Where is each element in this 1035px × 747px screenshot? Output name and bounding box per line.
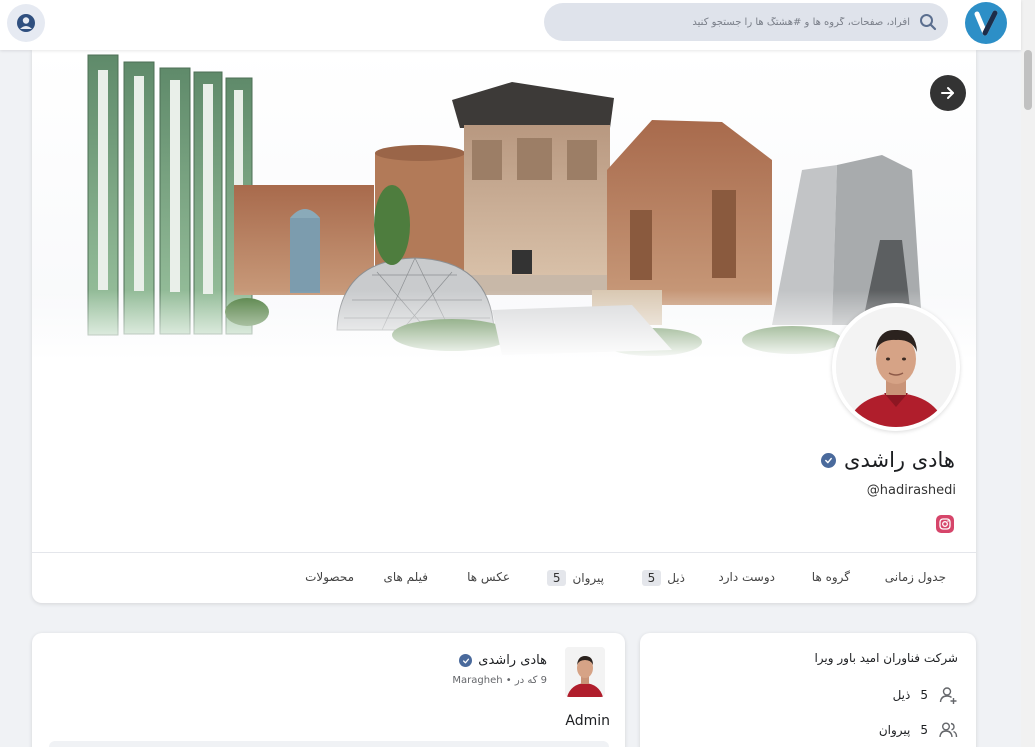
profile-name-row: هادی راشدی [821,448,955,472]
post-location: Maragheh [452,675,503,686]
post-avatar[interactable] [565,647,605,697]
tab-label: دوست دارد [718,570,775,584]
tab-following[interactable]: ذیل 5 [641,570,685,586]
tab-label: فیلم های [383,570,428,584]
company-name: شرکت فناوران امید باور ویرا [814,651,958,665]
verified-icon [821,452,837,468]
instagram-link[interactable] [936,515,954,533]
user-menu-button[interactable] [7,4,45,42]
user-plus-icon [939,687,957,704]
followers-stat[interactable]: 5 پیروان [879,720,958,740]
top-bar [0,0,1021,50]
followers-count: 5 [920,723,928,737]
info-card: شرکت فناوران امید باور ویرا 5 ذیل 5 پیرو… [640,633,976,747]
tab-products[interactable]: محصولات [305,570,354,584]
logo[interactable] [965,2,1007,44]
tab-timeline[interactable]: جدول زمانی [885,570,946,584]
search-icon[interactable] [918,12,938,32]
tab-count: 5 [546,570,567,586]
profile-avatar[interactable] [832,303,960,431]
user-circle-icon [17,14,35,32]
tab-groups[interactable]: گروه ها [812,570,850,584]
post-author[interactable]: هادی راشدی [459,653,547,668]
tab-label: ذیل [667,571,685,585]
tab-count: 5 [641,570,662,586]
next-cover-button[interactable] [930,75,966,111]
search-input[interactable] [558,3,910,41]
tab-likes[interactable]: دوست دارد [718,570,775,584]
profile-username: @hadirashedi [866,483,956,498]
tab-label: جدول زمانی [884,570,946,584]
tab-videos[interactable]: فیلم های [383,570,428,584]
post-meta: 9 که در • Maragheh [452,675,547,686]
cover-image [32,54,976,360]
scrollbar[interactable] [1021,0,1035,747]
instagram-icon [939,518,951,530]
users-icon [939,722,958,738]
tab-label: پیروان [572,571,604,585]
profile-card: هادی راشدی @hadirashedi جدول زمانی گروه … [32,50,976,603]
followers-label: پیروان [878,723,911,737]
profile-tabs: جدول زمانی گروه ها دوست دارد ذیل 5 پیروان… [32,553,976,603]
cover-photo [32,50,976,360]
post-author-name[interactable]: هادی راشدی [478,653,547,668]
meta-separator: • [505,675,512,686]
tab-label: گروه ها [811,570,850,584]
search-bar [544,3,948,41]
scrollbar-thumb[interactable] [1024,50,1032,110]
arrow-right-icon [941,87,954,99]
tab-photos[interactable]: عکس ها [467,570,510,584]
following-stat[interactable]: 5 ذیل [893,685,958,705]
post-time[interactable]: 9 که در [515,675,547,686]
post-text: Admin [565,713,610,729]
tab-label: محصولات [305,570,354,584]
post-content-box [49,741,609,747]
post-author-photo [565,647,605,697]
following-count: 5 [920,688,928,702]
tab-followers[interactable]: پیروان 5 [546,570,604,586]
profile-name: هادی راشدی [844,448,955,472]
profile-photo [836,307,956,427]
tab-label: عکس ها [467,570,510,584]
following-label: ذیل [892,688,911,702]
post-card: هادی راشدی 9 که در • Maragheh Admin [32,633,625,747]
logo-icon [966,3,1006,43]
verified-icon [459,654,473,667]
